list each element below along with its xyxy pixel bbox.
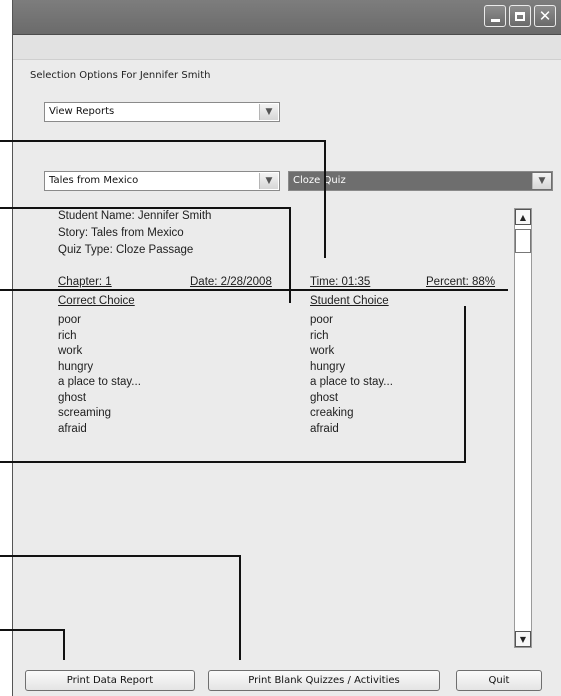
correct-choice-item: afraid xyxy=(58,422,87,435)
correct-choice-item: poor xyxy=(58,314,82,326)
student-name-line: Student Name: Jennifer Smith xyxy=(58,210,212,222)
student-choice-item: ghost xyxy=(310,391,339,404)
arrow-up-icon[interactable]: ▲ xyxy=(515,209,531,225)
percent-field: Percent: 88% xyxy=(426,276,496,288)
student-choice-header: Student Choice xyxy=(310,295,389,307)
story-line: Story: Tales from Mexico xyxy=(58,227,184,239)
student-choice-item: poor xyxy=(310,314,334,326)
student-choice-item: work xyxy=(310,345,335,357)
correct-choice-item: rich xyxy=(58,329,77,342)
report-panel: Student Name: Jennifer Smith Story: Tale… xyxy=(13,0,561,696)
correct-choice-item: hungry xyxy=(58,360,94,373)
student-choice-item: a place to stay... xyxy=(310,376,393,388)
quiz-type-line: Quiz Type: Cloze Passage xyxy=(58,244,194,256)
correct-choice-item: a place to stay... xyxy=(58,376,141,388)
correct-choice-item: ghost xyxy=(58,391,87,404)
report-scrollbar[interactable]: ▲ ▼ xyxy=(514,208,532,648)
student-choice-item: rich xyxy=(310,329,329,342)
quit-button[interactable]: Quit xyxy=(456,670,542,691)
correct-choice-header: Correct Choice xyxy=(58,295,135,307)
date-field: Date: 2/28/2008 xyxy=(190,276,272,288)
chapter-field: Chapter: 1 xyxy=(58,276,112,288)
correct-choice-item: work xyxy=(58,345,83,357)
time-field: Time: 01:35 xyxy=(310,276,371,288)
correct-choice-item: screaming xyxy=(58,407,112,419)
student-choice-item: creaking xyxy=(310,407,354,419)
student-choice-item: afraid xyxy=(310,422,339,435)
print-data-report-button[interactable]: Print Data Report xyxy=(25,670,195,691)
student-choice-item: hungry xyxy=(310,360,346,373)
print-blank-quizzes-button[interactable]: Print Blank Quizzes / Activities xyxy=(208,670,440,691)
scroll-thumb[interactable] xyxy=(515,229,531,253)
arrow-down-icon[interactable]: ▼ xyxy=(515,631,531,647)
app-window: ✕ Selection Options For Jennifer Smith V… xyxy=(12,0,561,696)
